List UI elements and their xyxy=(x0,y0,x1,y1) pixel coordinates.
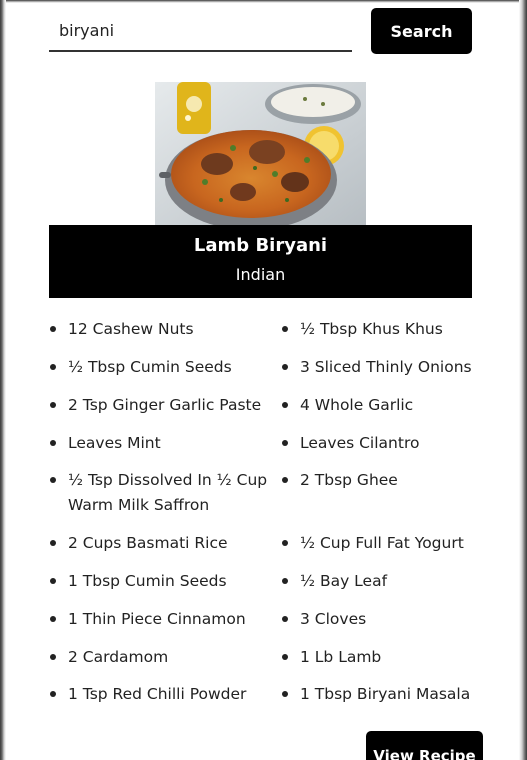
bullet-icon xyxy=(50,402,56,408)
view-recipe-button[interactable]: View Recipe xyxy=(366,731,483,760)
bullet-icon xyxy=(50,654,56,660)
ingredient-item: 1 Lb Lamb xyxy=(282,645,505,670)
biryani-photo xyxy=(155,82,366,226)
ingredient-item: 2 Cups Basmati Rice xyxy=(50,531,273,556)
bullet-icon xyxy=(282,402,288,408)
ingredient-label: ½ Bay Leaf xyxy=(300,572,388,590)
ingredient-item: 2 Cardamom xyxy=(50,645,273,670)
ingredient-label: ½ Tsp Dissolved In ½ Cup Warm Milk Saffr… xyxy=(68,471,268,514)
ingredient-label: ½ Tbsp Khus Khus xyxy=(300,320,443,338)
bullet-icon xyxy=(50,326,56,332)
ingredient-item: 3 Sliced Thinly Onions xyxy=(282,355,505,380)
ingredient-item: Leaves Mint xyxy=(50,431,273,456)
bullet-icon xyxy=(282,616,288,622)
bullet-icon xyxy=(282,654,288,660)
bullet-icon xyxy=(50,440,56,446)
ingredient-item: ½ Bay Leaf xyxy=(282,569,505,594)
recipe-cuisine: Indian xyxy=(235,265,286,284)
bullet-icon xyxy=(282,578,288,584)
ingredient-label: 2 Tsp Ginger Garlic Paste xyxy=(68,396,262,414)
window-right-edge xyxy=(519,0,527,760)
bullet-icon xyxy=(282,364,288,370)
ingredient-item: ½ Tbsp Khus Khus xyxy=(282,317,505,342)
ingredient-label: 2 Cardamom xyxy=(68,648,169,666)
ingredient-item: 1 Tbsp Biryani Masala xyxy=(282,682,505,707)
ingredient-label: 4 Whole Garlic xyxy=(300,396,414,414)
ingredient-item: 2 Tsp Ginger Garlic Paste xyxy=(50,393,273,418)
ingredient-label: Leaves Mint xyxy=(68,434,161,452)
bullet-icon xyxy=(282,477,288,483)
recipe-title: Lamb Biryani xyxy=(193,235,328,256)
ingredient-item: 3 Cloves xyxy=(282,607,505,632)
ingredient-item: 4 Whole Garlic xyxy=(282,393,505,418)
ingredient-item: ½ Cup Full Fat Yogurt xyxy=(282,531,505,556)
ingredient-item: Leaves Cilantro xyxy=(282,431,505,456)
bullet-icon xyxy=(282,691,288,697)
bullet-icon xyxy=(50,477,56,483)
recipe-title-banner: Lamb Biryani Indian xyxy=(49,225,472,298)
search-input[interactable] xyxy=(49,10,352,52)
window-top-edge xyxy=(0,0,527,3)
bullet-icon xyxy=(50,691,56,697)
bullet-icon xyxy=(50,616,56,622)
bullet-icon xyxy=(50,540,56,546)
recipe-card-page: Search xyxy=(0,0,527,760)
bullet-icon xyxy=(50,364,56,370)
bullet-icon xyxy=(282,440,288,446)
search-button[interactable]: Search xyxy=(371,8,472,54)
ingredient-label: 1 Thin Piece Cinnamon xyxy=(68,610,246,628)
ingredient-item: 1 Tbsp Cumin Seeds xyxy=(50,569,273,594)
ingredient-label: 2 Tbsp Ghee xyxy=(300,471,398,489)
ingredient-label: 3 Cloves xyxy=(300,610,367,628)
ingredient-item: ½ Tbsp Cumin Seeds xyxy=(50,355,273,380)
ingredient-label: ½ Tbsp Cumin Seeds xyxy=(68,358,232,376)
ingredient-label: ½ Cup Full Fat Yogurt xyxy=(300,534,464,552)
window-left-edge xyxy=(0,0,6,760)
ingredient-label: 2 Cups Basmati Rice xyxy=(68,534,228,552)
ingredient-item: 1 Tsp Red Chilli Powder xyxy=(50,682,273,707)
bullet-icon xyxy=(282,326,288,332)
ingredient-label: 1 Tsp Red Chilli Powder xyxy=(68,685,247,703)
bullet-icon xyxy=(282,540,288,546)
ingredient-label: 3 Sliced Thinly Onions xyxy=(300,358,472,376)
ingredient-item: 2 Tbsp Ghee xyxy=(282,468,505,493)
bullet-icon xyxy=(50,578,56,584)
ingredient-label: 1 Tbsp Cumin Seeds xyxy=(68,572,227,590)
ingredient-item: ½ Tsp Dissolved In ½ Cup Warm Milk Saffr… xyxy=(50,468,273,518)
ingredient-label: Leaves Cilantro xyxy=(300,434,420,452)
ingredient-label: 1 Lb Lamb xyxy=(300,648,382,666)
ingredient-label: 12 Cashew Nuts xyxy=(68,320,194,338)
ingredient-item: 1 Thin Piece Cinnamon xyxy=(50,607,273,632)
ingredient-label: 1 Tbsp Biryani Masala xyxy=(300,685,471,703)
ingredient-item: 12 Cashew Nuts xyxy=(50,317,273,342)
recipe-image xyxy=(155,82,366,226)
